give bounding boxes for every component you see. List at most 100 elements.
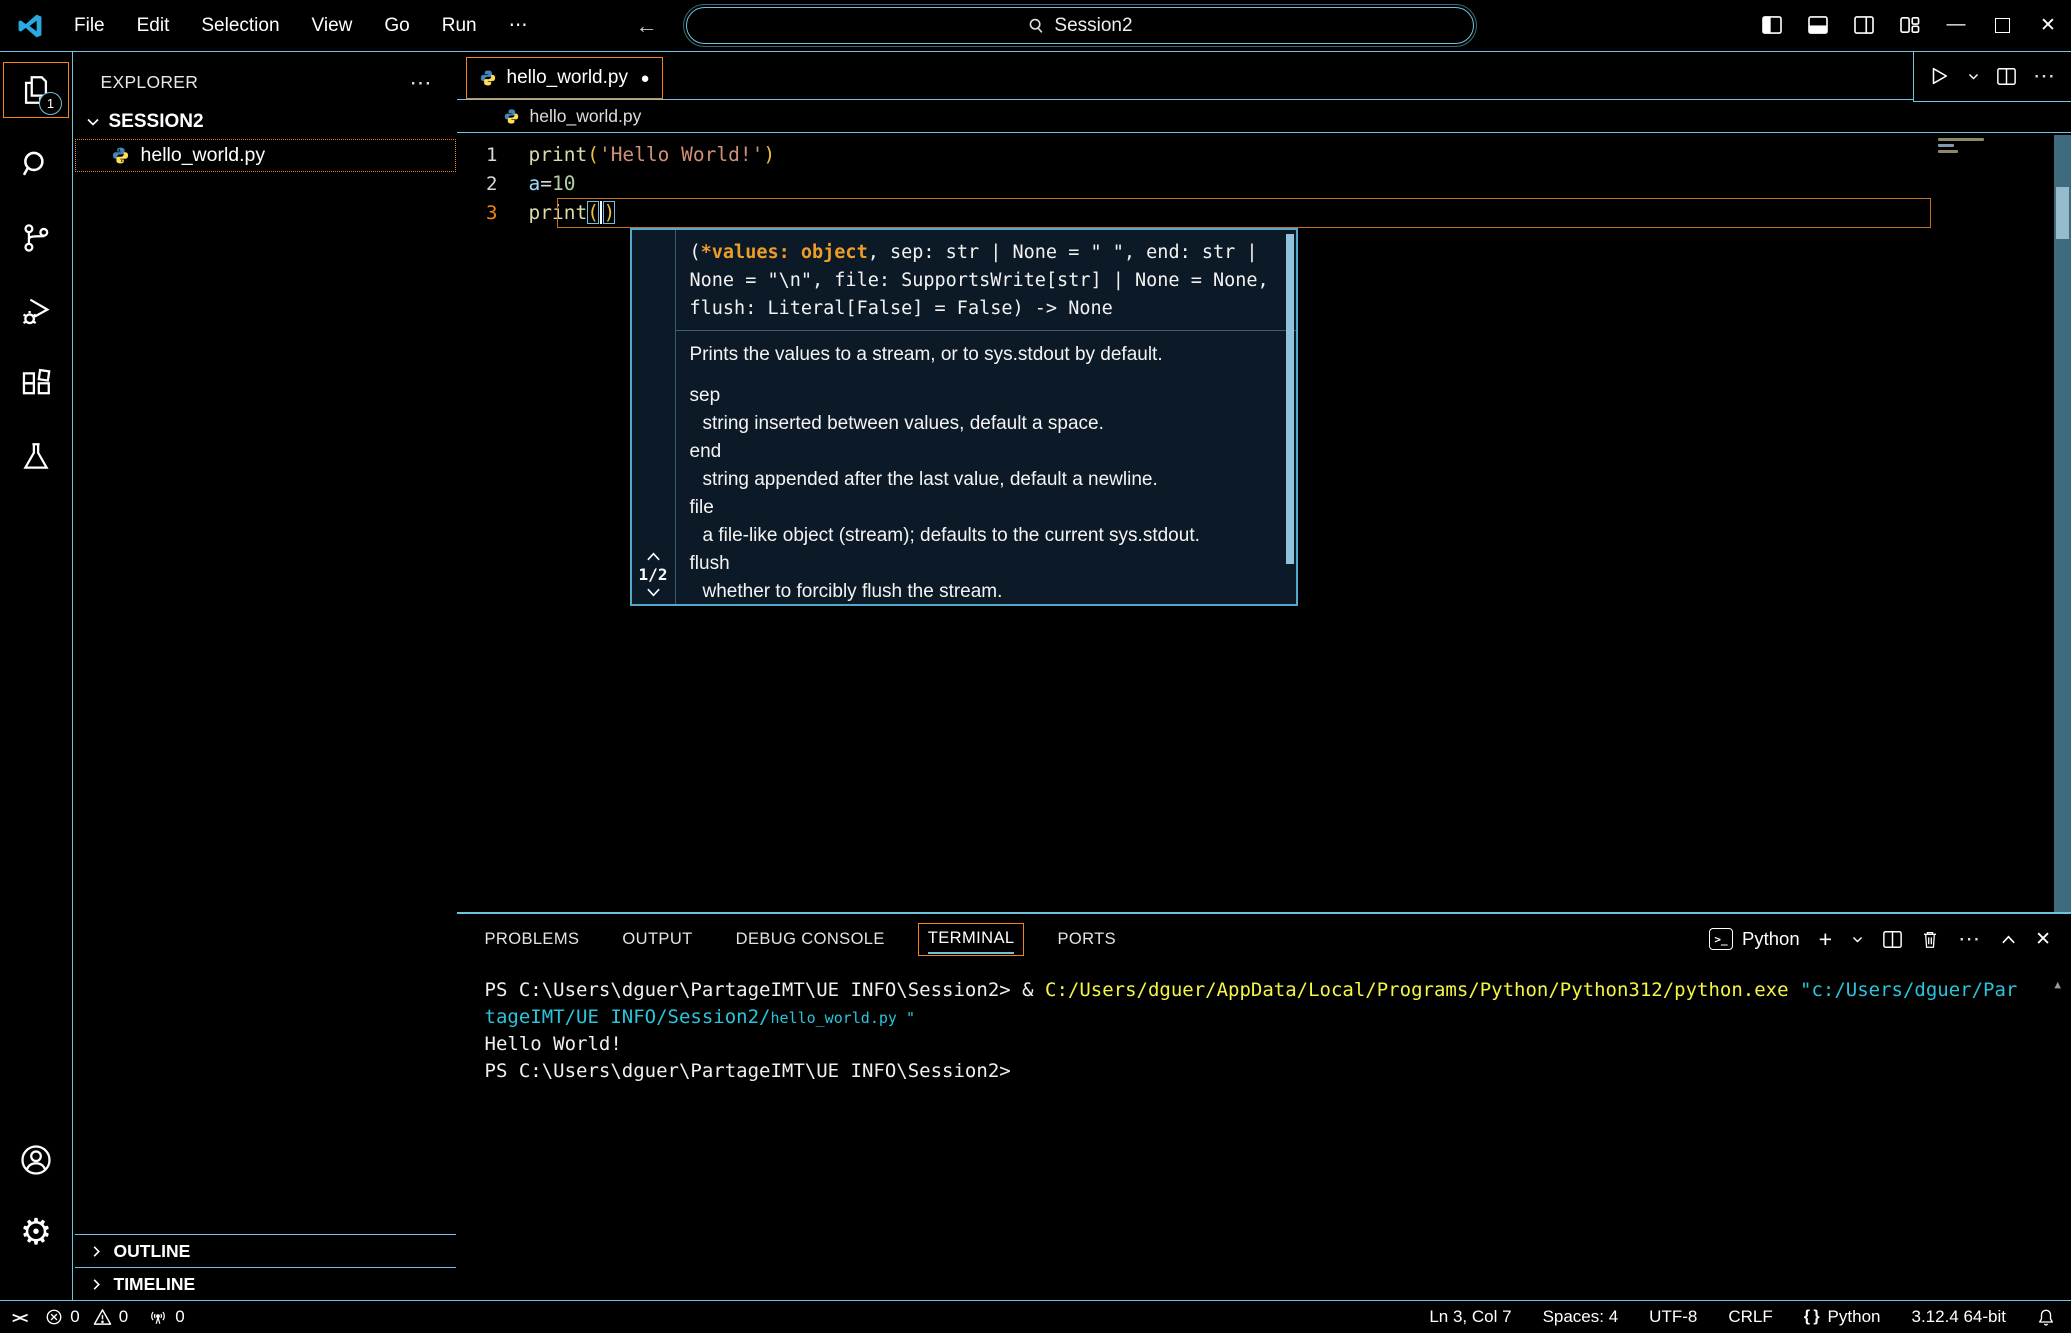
code-token: ) xyxy=(763,143,775,166)
panel-tab-problems[interactable]: PROBLEMS xyxy=(485,930,580,949)
file-hello-world[interactable]: hello_world.py xyxy=(75,139,456,172)
maximize-panel-icon[interactable] xyxy=(2001,934,2016,945)
terminal-shell-selector[interactable]: >_ Python xyxy=(1709,928,1800,950)
tab-label: hello_world.py xyxy=(507,67,628,89)
search-value: Session2 xyxy=(1054,15,1132,37)
signature-line: flush: Literal[False] = False) -> None xyxy=(690,295,1280,323)
sidebar-item-source-control[interactable] xyxy=(3,210,69,266)
layout-sidebar-left-icon[interactable] xyxy=(1749,0,1795,50)
new-terminal-icon[interactable]: + xyxy=(1819,928,1832,951)
more-actions-icon[interactable]: ⋯ xyxy=(2033,72,2057,80)
editor-group: hello_world.py ● ⋯ hello_world.py 1print… xyxy=(457,52,2071,912)
explorer-more-actions-icon[interactable]: ⋯ xyxy=(410,79,434,87)
terminal-shell-label: Python xyxy=(1742,928,1800,950)
code-line[interactable]: 3print() xyxy=(457,198,2071,227)
sidebar-item-extensions[interactable] xyxy=(3,356,69,412)
indentation[interactable]: Spaces: 4 xyxy=(1543,1307,1619,1327)
chevron-right-icon xyxy=(89,1244,104,1259)
braces-icon: { } xyxy=(1804,1308,1821,1326)
source-control-icon xyxy=(19,221,53,255)
layout-customize-icon[interactable] xyxy=(1887,0,1933,50)
pager-down-icon[interactable] xyxy=(646,587,661,598)
code-token: ( xyxy=(587,143,599,166)
terminal-line: PS C:\Users\dguer\PartageIMT\UE INFO\Ses… xyxy=(485,977,2071,1004)
menu-item-go[interactable]: Go xyxy=(368,9,425,43)
explorer-badge: 1 xyxy=(39,92,62,115)
python-version[interactable]: 3.12.4 64-bit xyxy=(1911,1307,2006,1327)
maximize-icon[interactable] xyxy=(1979,0,2025,50)
broadcast-icon xyxy=(148,1308,168,1326)
remote-icon[interactable]: >< xyxy=(12,1308,25,1327)
minimap[interactable] xyxy=(1938,138,2008,156)
menu-item-view[interactable]: View xyxy=(296,9,369,43)
pager-up-icon[interactable] xyxy=(646,551,661,562)
ports-status[interactable]: 0 xyxy=(148,1307,184,1327)
scroll-up-arrow-icon[interactable]: ▲ xyxy=(2054,972,2061,999)
encoding[interactable]: UTF-8 xyxy=(1649,1307,1697,1327)
panel-tab-debug-console[interactable]: DEBUG CONSOLE xyxy=(736,930,885,949)
tab-hello-world[interactable]: hello_world.py ● xyxy=(466,57,663,99)
dirty-dot-icon[interactable]: ● xyxy=(640,70,649,87)
code-token: ) xyxy=(603,201,615,224)
menu-item-[interactable]: ⋯ xyxy=(493,8,544,43)
menu-item-edit[interactable]: Edit xyxy=(121,9,186,43)
sidebar-item-testing[interactable] xyxy=(3,429,69,485)
terminal-output[interactable]: ▲ PS C:\Users\dguer\PartageIMT\UE INFO\S… xyxy=(457,964,2071,1084)
terminal-segment: hello_world.py xyxy=(770,1009,896,1027)
code-area[interactable]: 1print('Hello World!')2a = 103print() xyxy=(457,133,2071,227)
activity-bar: 1 ⚙ xyxy=(0,52,73,1300)
panel-tab-label: PROBLEMS xyxy=(485,930,580,948)
minimize-icon[interactable]: — xyxy=(1933,0,1979,50)
command-center-search[interactable]: Session2 xyxy=(686,7,1474,44)
line-number: 3 xyxy=(457,202,529,224)
run-dropdown-chevron-icon[interactable] xyxy=(1967,70,1980,83)
signature-help-tooltip: 1/2 (*values: object, sep: str | None = … xyxy=(630,228,1298,606)
outline-section[interactable]: OUTLINE xyxy=(75,1234,456,1267)
editor-scrollbar[interactable] xyxy=(2054,135,2071,912)
account-button[interactable] xyxy=(3,1132,69,1188)
chevron-down-icon[interactable] xyxy=(1851,933,1864,946)
signature-pager: 1/2 xyxy=(632,230,676,604)
folder-session2[interactable]: SESSION2 xyxy=(75,107,456,139)
code-token: a xyxy=(529,172,541,195)
scrollbar-slider[interactable] xyxy=(2056,187,2069,239)
terminal-segment: " xyxy=(897,1009,915,1027)
menu-item-selection[interactable]: Selection xyxy=(185,9,295,43)
problems-status[interactable]: 0 0 xyxy=(45,1307,128,1327)
close-panel-icon[interactable]: ✕ xyxy=(2035,930,2051,949)
menu-item-file[interactable]: File xyxy=(58,9,121,43)
settings-gear-icon: ⚙ xyxy=(20,1214,52,1250)
more-actions-icon[interactable]: ⋯ xyxy=(1958,935,1982,943)
doc-line: file xyxy=(690,494,1280,522)
code-token: print xyxy=(529,201,588,224)
error-icon xyxy=(45,1308,63,1326)
trash-icon[interactable] xyxy=(1921,930,1939,949)
code-line[interactable]: 2a = 10 xyxy=(457,169,2071,198)
layout-sidebar-right-icon[interactable] xyxy=(1841,0,1887,50)
sidebar-item-run-debug[interactable] xyxy=(3,283,69,339)
language-mode[interactable]: { } Python xyxy=(1804,1307,1881,1327)
sidebar-item-explorer[interactable]: 1 xyxy=(3,62,69,118)
eol-sequence[interactable]: CRLF xyxy=(1728,1307,1772,1327)
nav-back-button[interactable]: ← xyxy=(636,13,658,39)
terminal-chip-icon: >_ xyxy=(1709,928,1733,950)
breadcrumb[interactable]: hello_world.py xyxy=(457,100,2071,133)
panel-tab-terminal[interactable]: TERMINAL xyxy=(918,923,1025,956)
panel-tab-ports[interactable]: PORTS xyxy=(1057,930,1116,949)
bell-icon[interactable] xyxy=(2037,1308,2055,1327)
run-button-icon[interactable] xyxy=(1928,65,1950,87)
split-editor-icon[interactable] xyxy=(1997,67,2016,86)
layout-panel-icon[interactable] xyxy=(1795,0,1841,50)
panel-tab-output[interactable]: OUTPUT xyxy=(622,930,692,949)
menu-item-run[interactable]: Run xyxy=(426,9,493,43)
split-terminal-icon[interactable] xyxy=(1883,930,1902,949)
code-line[interactable]: 1print('Hello World!') xyxy=(457,140,2071,169)
timeline-section[interactable]: TIMELINE xyxy=(75,1267,456,1300)
close-icon[interactable]: ✕ xyxy=(2025,0,2071,50)
cursor-position[interactable]: Ln 3, Col 7 xyxy=(1429,1307,1511,1327)
settings-button[interactable]: ⚙ xyxy=(3,1204,69,1260)
line-number: 2 xyxy=(457,173,529,195)
chevron-right-icon xyxy=(89,1277,104,1292)
tooltip-scrollbar[interactable] xyxy=(1286,234,1294,564)
sidebar-item-search[interactable] xyxy=(3,137,69,193)
